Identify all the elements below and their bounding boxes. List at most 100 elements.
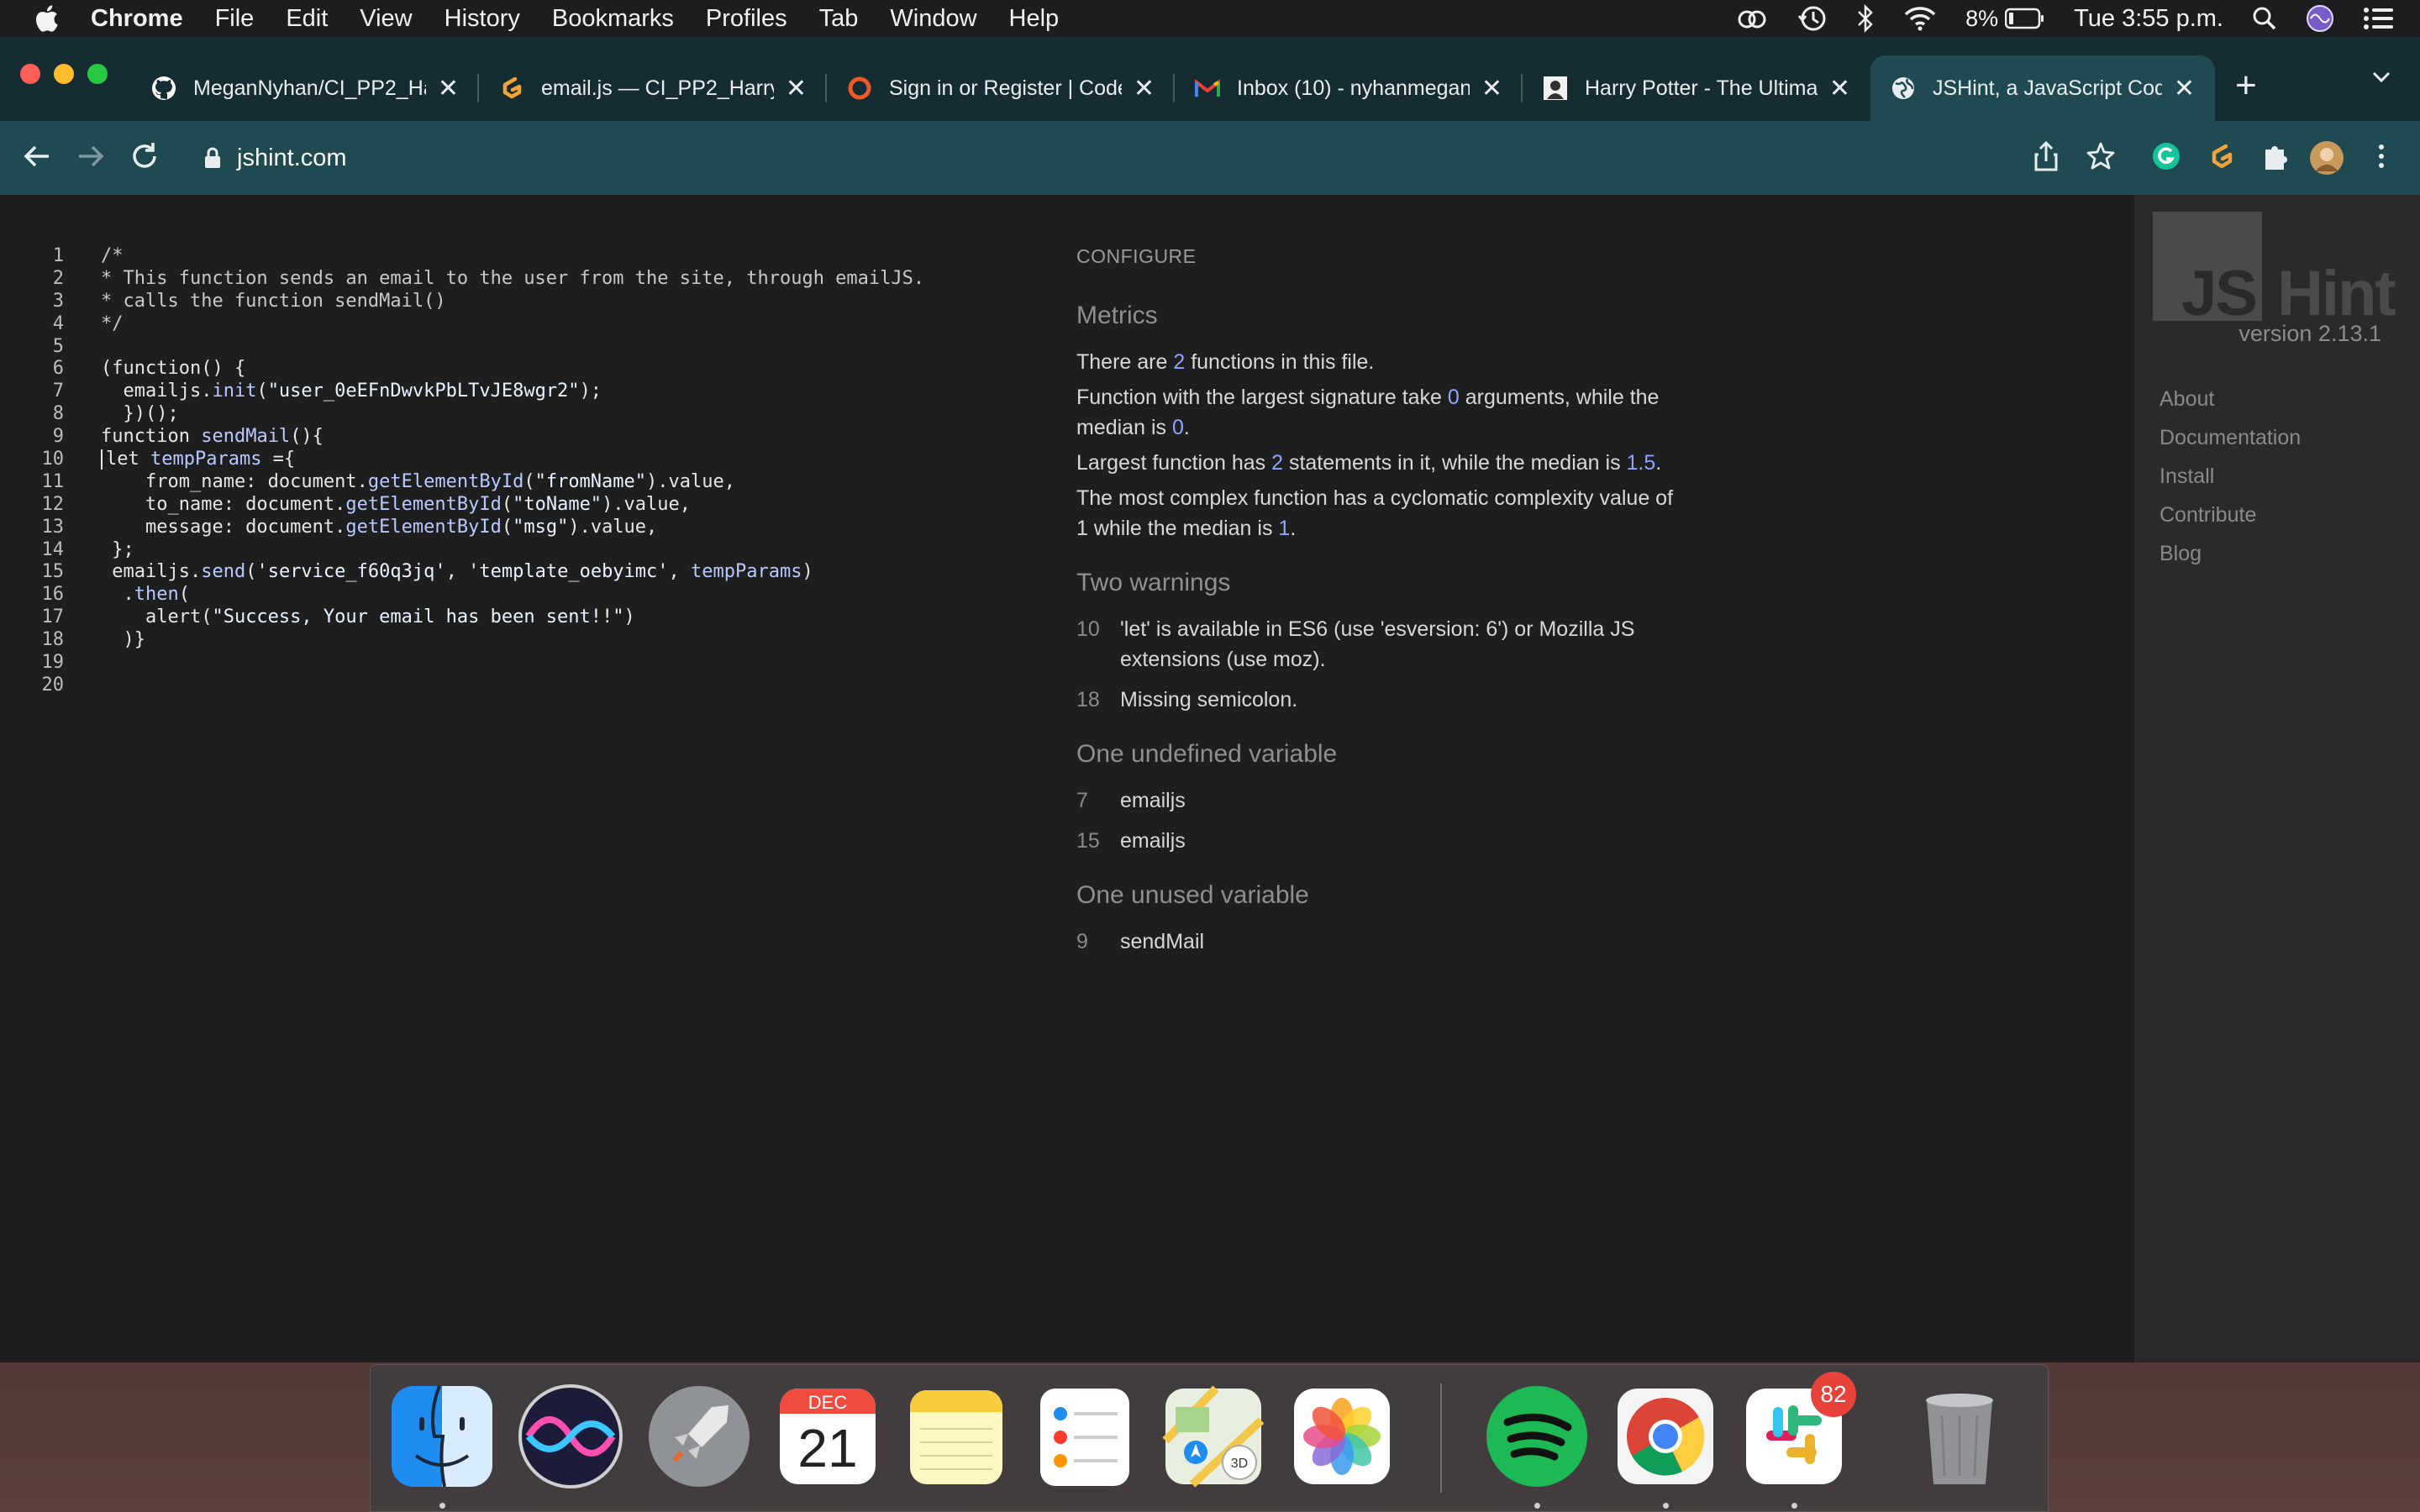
tab-github[interactable]: MeganNyhan/CI_PP2_Har ✕ [131, 55, 479, 121]
gitpod-extension-icon[interactable] [2208, 139, 2235, 173]
code-line[interactable]: 14 }; [34, 539, 1025, 562]
menu-view[interactable]: View [360, 5, 412, 33]
code-line[interactable]: 6 (function() { [34, 358, 1025, 381]
profile-avatar[interactable] [2309, 139, 2344, 176]
undefined-title: One undefined variable [1076, 740, 1338, 768]
undefined-variable-item[interactable]: 15 emailjs [1076, 826, 1681, 856]
zoom-window-button[interactable] [87, 64, 108, 84]
nav-install[interactable]: Install [2160, 457, 2301, 496]
code-line[interactable]: 20 [34, 675, 1025, 697]
tab-gitpod[interactable]: email.js — CI_PP2_HarryP ✕ [479, 55, 827, 121]
tab-harry-potter[interactable]: Harry Potter - The Ultima ✕ [1523, 55, 1870, 121]
back-icon[interactable] [22, 139, 52, 173]
configure-link[interactable]: CONFIGURE [1076, 245, 1681, 268]
close-tab-icon[interactable]: ✕ [2174, 74, 2195, 103]
code-line[interactable]: 9 function sendMail(){ [34, 426, 1025, 449]
tab-gmail[interactable]: Inbox (10) - nyhanmegan ✕ [1175, 55, 1523, 121]
code-token: })(); [101, 403, 179, 425]
code-line[interactable]: 5 [34, 336, 1025, 359]
spotlight-search-icon[interactable] [2252, 6, 2277, 31]
dock-divider [1440, 1383, 1442, 1493]
close-tab-icon[interactable]: ✕ [438, 74, 459, 103]
code-line[interactable]: 1 /* [34, 245, 1025, 268]
spotify-icon[interactable] [1482, 1382, 1591, 1491]
code-token: emailjs. [101, 561, 202, 583]
close-window-button[interactable] [20, 64, 40, 84]
menu-file[interactable]: File [215, 5, 255, 33]
jshint-logo[interactable]: JS Hint [2153, 212, 2405, 329]
reminders-icon[interactable] [1030, 1382, 1139, 1491]
nav-about[interactable]: About [2160, 380, 2301, 418]
unused-variable-item[interactable]: 9 sendMail [1076, 927, 1681, 957]
chrome-icon[interactable] [1611, 1382, 1720, 1491]
code-editor[interactable]: 1 /* 2 * This function sends an email to th… [34, 245, 1025, 697]
menu-bookmarks[interactable]: Bookmarks [552, 5, 674, 33]
url-text[interactable]: jshint.com [237, 144, 347, 172]
code-line[interactable]: 2 * This function sends an email to the u… [34, 268, 1025, 291]
close-tab-icon[interactable]: ✕ [786, 74, 807, 103]
grammarly-icon[interactable] [2151, 139, 2181, 173]
reload-icon[interactable] [129, 139, 160, 173]
siri-icon[interactable] [516, 1382, 625, 1491]
address-bar[interactable]: jshint.com [185, 131, 2143, 185]
close-tab-icon[interactable]: ✕ [1134, 74, 1155, 103]
control-center-icon[interactable] [2363, 6, 2395, 31]
lock-icon[interactable] [203, 146, 222, 170]
battery-icon[interactable] [2005, 8, 2045, 29]
code-token: 'service_f60q3jq' [256, 561, 446, 583]
menu-window[interactable]: Window [890, 5, 976, 33]
code-line[interactable]: 19 [34, 652, 1025, 675]
code-line[interactable]: 12 to_name: document.getElementById("toN… [34, 494, 1025, 517]
code-line[interactable]: 7 emailjs.init("user_0eEFnDwvkPbLTvJE8wg… [34, 381, 1025, 403]
nav-blog[interactable]: Blog [2160, 534, 2301, 573]
maps-icon[interactable]: 3D [1159, 1382, 1268, 1491]
code-line[interactable]: 3 * calls the function sendMail() [34, 291, 1025, 313]
new-tab-button[interactable]: + [2235, 67, 2257, 104]
trash-icon[interactable] [1905, 1382, 2014, 1491]
code-line[interactable]: 10 let tempParams ={ [34, 449, 1025, 471]
tab-search-chevron-icon[interactable] [2371, 71, 2391, 84]
tab-jshint[interactable]: JSHint, a JavaScript Cod ✕ [1870, 55, 2215, 121]
undefined-variable-item[interactable]: 7 emailjs [1076, 785, 1681, 816]
code-line[interactable]: 16 .then( [34, 584, 1025, 606]
code-line[interactable]: 4 */ [34, 313, 1025, 336]
code-line[interactable]: 13 message: document.getElementById("msg… [34, 517, 1025, 539]
photos-icon[interactable] [1287, 1382, 1397, 1491]
siri-icon[interactable] [2306, 4, 2334, 33]
wifi-icon[interactable] [1903, 5, 1937, 32]
extensions-puzzle-icon[interactable] [2260, 139, 2291, 173]
warning-item[interactable]: 18 Missing semicolon. [1076, 685, 1681, 715]
code-line[interactable]: 15 emailjs.send('service_f60q3jq', 'temp… [34, 561, 1025, 584]
warning-item[interactable]: 10 'let' is available in ES6 (use 'esvers… [1076, 614, 1681, 675]
time-machine-icon[interactable] [1797, 4, 1828, 33]
code-line[interactable]: 17 alert("Success, Your email has been s… [34, 606, 1025, 629]
finder-icon[interactable] [387, 1382, 497, 1491]
creative-cloud-icon[interactable] [1735, 6, 1769, 31]
menu-help[interactable]: Help [1009, 5, 1060, 33]
nav-contribute[interactable]: Contribute [2160, 496, 2301, 534]
close-tab-icon[interactable]: ✕ [1829, 74, 1850, 103]
menu-tab[interactable]: Tab [819, 5, 859, 33]
bookmark-star-icon[interactable] [2086, 139, 2116, 173]
menubar-clock[interactable]: Tue 3:55 p.m. [2074, 5, 2223, 33]
line-number: 4 [52, 312, 64, 334]
forward-icon[interactable] [76, 139, 106, 173]
code-line[interactable]: 8 })(); [34, 403, 1025, 426]
chrome-menu-icon[interactable] [2375, 139, 2388, 173]
close-tab-icon[interactable]: ✕ [1481, 74, 1502, 103]
menu-edit[interactable]: Edit [286, 5, 328, 33]
nav-documentation[interactable]: Documentation [2160, 418, 2301, 457]
line-number: 13 [41, 516, 65, 538]
code-line[interactable]: 18 )} [34, 629, 1025, 652]
code-line[interactable]: 11 from_name: document.getElementById("f… [34, 471, 1025, 494]
minimize-window-button[interactable] [54, 64, 74, 84]
launchpad-icon[interactable] [644, 1382, 754, 1491]
menu-app-name[interactable]: Chrome [91, 5, 183, 33]
notes-icon[interactable] [902, 1382, 1011, 1491]
tab-code-institute[interactable]: Sign in or Register | Code ✕ [827, 55, 1175, 121]
share-icon[interactable] [2033, 139, 2059, 173]
bluetooth-icon[interactable] [1856, 4, 1875, 33]
menu-profiles[interactable]: Profiles [706, 5, 787, 33]
apple-icon[interactable] [34, 4, 59, 33]
menu-history[interactable]: History [445, 5, 520, 33]
